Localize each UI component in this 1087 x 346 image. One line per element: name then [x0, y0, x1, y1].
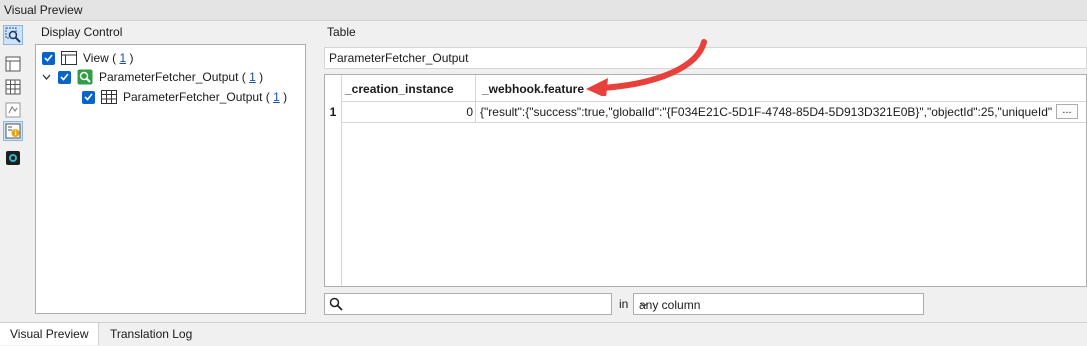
preview-toolbar [0, 22, 26, 322]
table-view-button[interactable] [3, 77, 23, 97]
tree-item-label: ParameterFetcher_Output [123, 90, 263, 104]
checkbox[interactable] [82, 90, 95, 104]
column-header-webhook-feature[interactable]: _webhook.feature [482, 75, 782, 101]
chevron-down-icon[interactable] [42, 74, 51, 80]
graphics-view-button[interactable] [3, 100, 23, 120]
feature-count-link[interactable]: 1 [119, 51, 126, 65]
tree-item-view[interactable]: View ( 1 ) [42, 49, 134, 67]
tab-translation-log[interactable]: Translation Log [100, 323, 202, 345]
table-name: ParameterFetcher_Output [329, 51, 469, 65]
column-divider [475, 75, 476, 122]
tree-item-label: View [83, 51, 109, 65]
bottom-tab-bar: Visual Preview Translation Log [0, 322, 1087, 346]
view-layout-icon [5, 56, 21, 72]
feature-count-link[interactable]: 1 [249, 70, 256, 84]
view-layout-button[interactable] [3, 54, 23, 74]
table-label: Table [327, 25, 356, 39]
table-name-field: ParameterFetcher_Output [324, 47, 1087, 69]
table-cell[interactable]: {"result":{"success":true,"globalId":"{F… [480, 102, 1052, 122]
column-select[interactable]: any column [633, 293, 924, 315]
feature-info-icon [5, 123, 21, 139]
inspector-icon [77, 69, 93, 85]
graphics-view-icon [5, 102, 21, 118]
row-number: 1 [329, 105, 337, 119]
display-control-tree: View ( 1 ) ParameterFetcher_Output ( 1 ) [35, 44, 306, 314]
column-header-creation-instance[interactable]: _creation_instance [345, 75, 475, 101]
checkbox[interactable] [58, 70, 71, 84]
in-label: in [619, 297, 629, 311]
checkbox[interactable] [42, 51, 55, 65]
view-window-icon [61, 51, 77, 65]
table-view-icon [5, 79, 21, 95]
tab-visual-preview[interactable]: Visual Preview [0, 323, 100, 345]
window-title: Visual Preview [4, 3, 83, 17]
camera-icon [6, 151, 20, 165]
search-icon [329, 297, 343, 314]
table-icon [101, 90, 117, 104]
display-control-label: Display Control [41, 25, 123, 39]
zoom-selection-icon [5, 27, 21, 43]
tree-item-label: ParameterFetcher_Output [99, 70, 239, 84]
camera-button[interactable] [3, 148, 23, 168]
data-table[interactable]: _creation_instance _webhook.feature 1 0 … [324, 74, 1087, 287]
expand-cell-button[interactable]: ... [1056, 104, 1078, 119]
tree-item-parameterfetcher-output[interactable]: ParameterFetcher_Output ( 1 ) [42, 68, 263, 86]
row-divider [341, 122, 1086, 123]
chevron-down-icon [639, 299, 919, 313]
feature-count-link[interactable]: 1 [273, 90, 280, 104]
window-title-bar: Visual Preview [0, 0, 1087, 21]
table-cell[interactable]: 0 [345, 102, 473, 122]
zoom-selection-button[interactable] [3, 25, 23, 45]
search-input[interactable] [324, 293, 612, 315]
tree-item-parameterfetcher-output-table[interactable]: ParameterFetcher_Output ( 1 ) [82, 88, 287, 106]
feature-info-button[interactable] [3, 121, 23, 141]
